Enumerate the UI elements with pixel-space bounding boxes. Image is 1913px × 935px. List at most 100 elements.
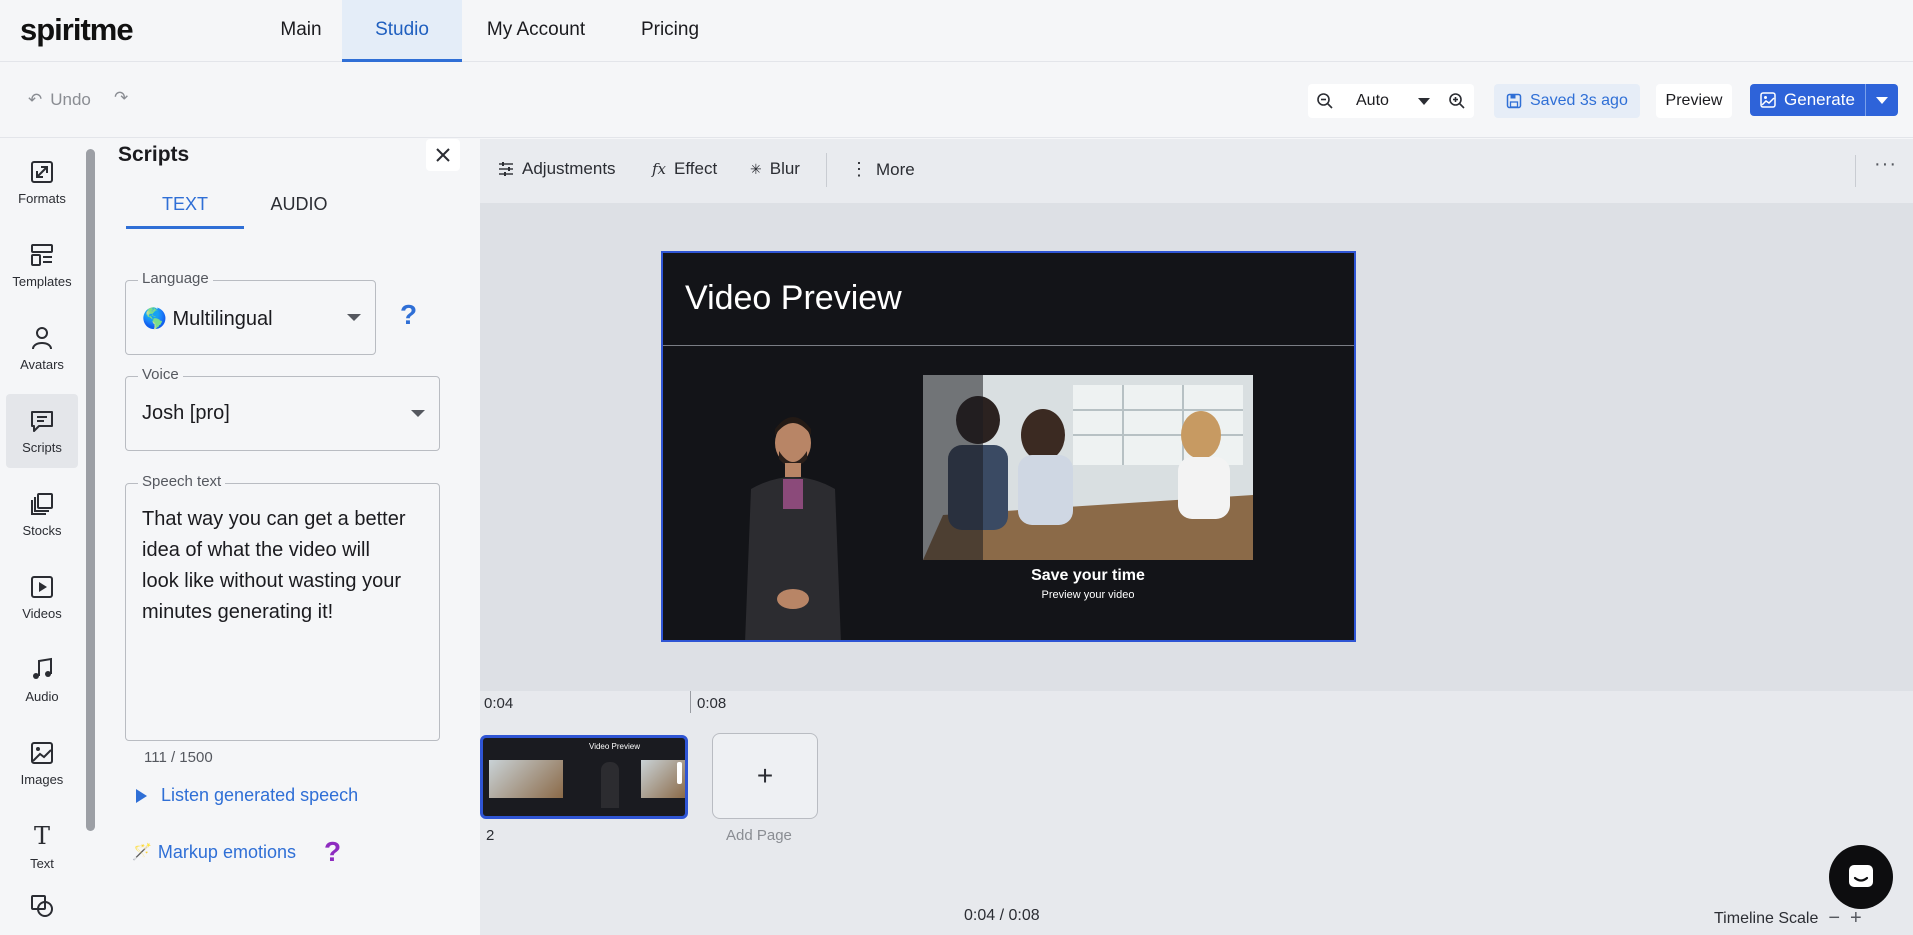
nav-tab-main[interactable]: Main — [246, 0, 356, 62]
markup-emotions-button[interactable]: 🪄 Markup emotions ? — [132, 836, 341, 868]
undo-label: Undo — [50, 90, 91, 109]
speech-text-label: Speech text — [138, 473, 226, 490]
play-icon — [31, 575, 53, 598]
slide-photo[interactable] — [923, 375, 1253, 560]
rail-item-templates[interactable]: Templates — [6, 228, 78, 302]
language-select[interactable]: Language 🌎 Multilingual — [125, 270, 376, 355]
zoom-value: Auto — [1356, 92, 1389, 109]
chevron-down-icon — [1876, 96, 1888, 104]
rail-item-audio[interactable]: Audio — [6, 643, 78, 717]
rail-item-formats[interactable]: Formats — [6, 145, 78, 219]
playhead-marker[interactable] — [690, 691, 691, 713]
zoom-out-button[interactable] — [1308, 84, 1342, 118]
top-nav: spiritme Main Studio My Account Pricing — [0, 0, 1913, 62]
page-thumbnail[interactable]: Video Preview — [480, 735, 688, 819]
chat-launcher-button[interactable] — [1829, 845, 1893, 909]
magic-wand-icon: 🪄 — [132, 844, 152, 861]
person-icon — [32, 326, 52, 349]
generate-options-button[interactable] — [1866, 84, 1898, 116]
adjustments-button[interactable]: Adjustments — [498, 159, 616, 179]
chevron-down-icon — [411, 410, 425, 417]
add-page-label: Add Page — [726, 827, 792, 844]
thumb-presenter — [601, 762, 619, 808]
music-note-icon — [33, 657, 52, 679]
blur-icon: ✳ — [750, 160, 762, 177]
avatar-presenter[interactable] — [733, 403, 853, 642]
rail-item-shapes[interactable] — [6, 885, 78, 935]
timeline-tick: 0:08 — [697, 695, 727, 712]
app-logo[interactable]: spiritme — [20, 12, 134, 48]
timeline-tick: 0:04 — [484, 695, 514, 712]
caption-subtitle: Preview your video — [1041, 589, 1135, 601]
saved-status: Saved 3s ago — [1494, 84, 1640, 118]
undo-button[interactable]: ↶ Undo — [28, 90, 91, 110]
slide-canvas[interactable]: Video Preview Save your time Preview you… — [661, 251, 1356, 642]
effect-button[interactable]: fx Effect — [652, 159, 717, 179]
rail-label: Videos — [22, 605, 62, 621]
thumb-resize-handle[interactable] — [677, 762, 682, 784]
rail-item-text[interactable]: T Text — [6, 809, 78, 883]
panel-title: Scripts — [118, 143, 190, 166]
save-icon — [1506, 93, 1522, 109]
preview-button[interactable]: Preview — [1656, 84, 1732, 118]
left-rail: Formats Templates Avatars Scripts Stocks… — [0, 139, 86, 935]
speech-text-value: That way you can get a better idea of wh… — [142, 508, 406, 623]
image-icon — [31, 741, 53, 764]
listen-speech-button[interactable]: Listen generated speech — [136, 785, 358, 806]
voice-select[interactable]: Voice Josh [pro] — [125, 366, 440, 451]
rail-label: Scripts — [22, 439, 62, 455]
rail-label: Images — [20, 771, 64, 787]
rail-item-videos[interactable]: Videos — [6, 560, 78, 634]
tab-audio[interactable]: AUDIO — [244, 181, 354, 229]
zoom-select[interactable]: Auto — [1342, 84, 1440, 118]
nav-tab-my-account[interactable]: My Account — [474, 0, 598, 62]
blur-button[interactable]: ✳ Blur — [750, 159, 800, 179]
more-button[interactable]: ⋮ More — [850, 159, 915, 180]
close-panel-button[interactable] — [426, 139, 460, 171]
rail-label: Text — [30, 855, 54, 871]
shapes-icon — [31, 895, 53, 917]
sliders-icon — [499, 162, 513, 176]
slide-caption[interactable]: Save your time Preview your video — [923, 567, 1253, 601]
redo-icon: ↷ — [114, 88, 129, 107]
rail-label: Templates — [12, 273, 72, 289]
scale-decrease-button[interactable]: − — [1828, 907, 1840, 930]
language-label: Language — [138, 270, 213, 287]
rail-scrollbar[interactable] — [86, 149, 95, 831]
language-help-icon[interactable]: ? — [400, 299, 417, 331]
rail-label: Avatars — [20, 356, 64, 372]
speech-text-area[interactable]: Speech text That way you can get a bette… — [125, 473, 440, 741]
scale-increase-button[interactable]: + — [1850, 907, 1862, 930]
adjustments-label: Adjustments — [522, 159, 616, 178]
overflow-menu-icon[interactable]: ··· — [1874, 153, 1897, 176]
redo-button[interactable]: ↷ — [114, 88, 128, 108]
timeline-scale: Timeline Scale − + — [1714, 907, 1862, 930]
rail-item-avatars[interactable]: Avatars — [6, 311, 78, 385]
nav-tab-pricing[interactable]: Pricing — [622, 0, 718, 62]
rail-label: Stocks — [22, 522, 62, 538]
markup-help-icon[interactable]: ? — [324, 836, 341, 868]
generate-button[interactable]: Generate — [1750, 84, 1866, 116]
play-icon — [136, 788, 147, 803]
nav-tab-studio[interactable]: Studio — [342, 0, 462, 62]
character-counter: 111 / 1500 — [144, 749, 213, 766]
text-icon: T — [33, 821, 50, 850]
kebab-icon: ⋮ — [850, 159, 868, 179]
generate-button-group: Generate — [1750, 84, 1898, 116]
stack-icon — [31, 492, 53, 515]
rail-item-images[interactable]: Images — [6, 726, 78, 800]
tab-text[interactable]: TEXT — [126, 181, 244, 229]
rail-item-stocks[interactable]: Stocks — [6, 477, 78, 551]
editor-toolbar: ↶ Undo ↷ Auto Saved 3s ago Preview Gener… — [0, 62, 1913, 138]
rail-item-scripts[interactable]: Scripts — [6, 394, 78, 468]
zoom-in-button[interactable] — [1440, 84, 1474, 118]
office-meeting-image — [923, 375, 1253, 560]
blur-label: Blur — [769, 159, 800, 178]
add-page-button[interactable]: + — [712, 733, 818, 819]
voice-value: Josh [pro] — [142, 402, 230, 424]
thumb-photo — [489, 760, 563, 798]
slide-title[interactable]: Video Preview — [685, 279, 902, 318]
language-value: 🌎 Multilingual — [142, 308, 273, 330]
page-number: 2 — [486, 827, 495, 844]
scripts-panel: Scripts TEXT AUDIO Language 🌎 Multilingu… — [96, 139, 480, 935]
